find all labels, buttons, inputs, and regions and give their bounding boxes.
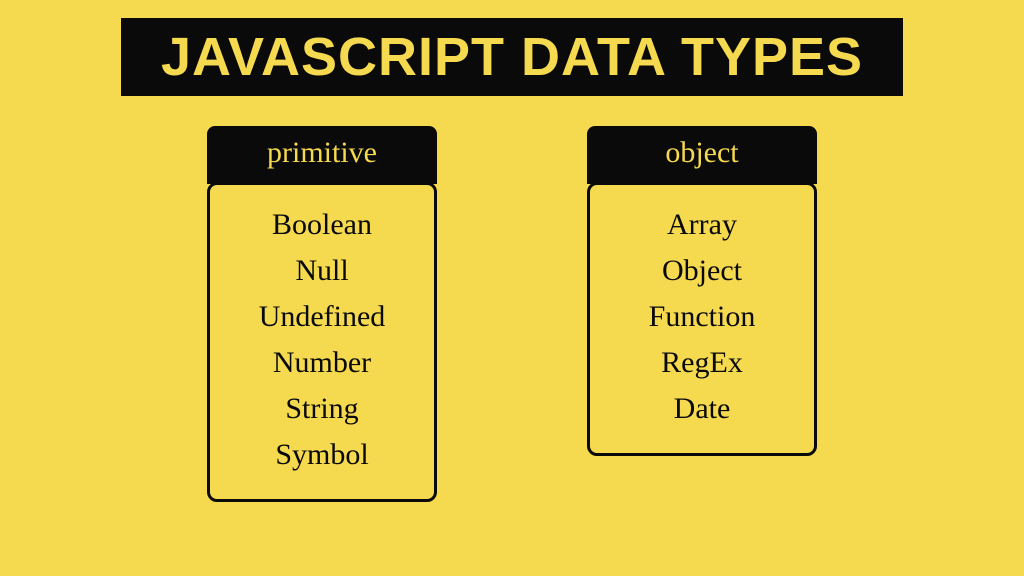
column-header-primitive: primitive (207, 126, 437, 184)
list-item: Date (674, 391, 731, 427)
columns-container: primitive Boolean Null Undefined Number … (0, 126, 1024, 502)
column-body-object: Array Object Function RegEx Date (587, 182, 817, 456)
list-item: String (285, 391, 358, 427)
list-item: Function (649, 299, 756, 335)
page-title: JAVASCRIPT DATA TYPES (121, 18, 903, 96)
list-item: Null (295, 253, 348, 289)
column-header-object: object (587, 126, 817, 184)
list-item: Symbol (275, 437, 368, 473)
column-object: object Array Object Function RegEx Date (587, 126, 817, 502)
column-body-primitive: Boolean Null Undefined Number String Sym… (207, 182, 437, 502)
column-primitive: primitive Boolean Null Undefined Number … (207, 126, 437, 502)
list-item: Array (667, 207, 737, 243)
list-item: Undefined (259, 299, 386, 335)
list-item: Number (273, 345, 371, 381)
list-item: Object (662, 253, 742, 289)
list-item: Boolean (272, 207, 372, 243)
list-item: RegEx (661, 345, 743, 381)
